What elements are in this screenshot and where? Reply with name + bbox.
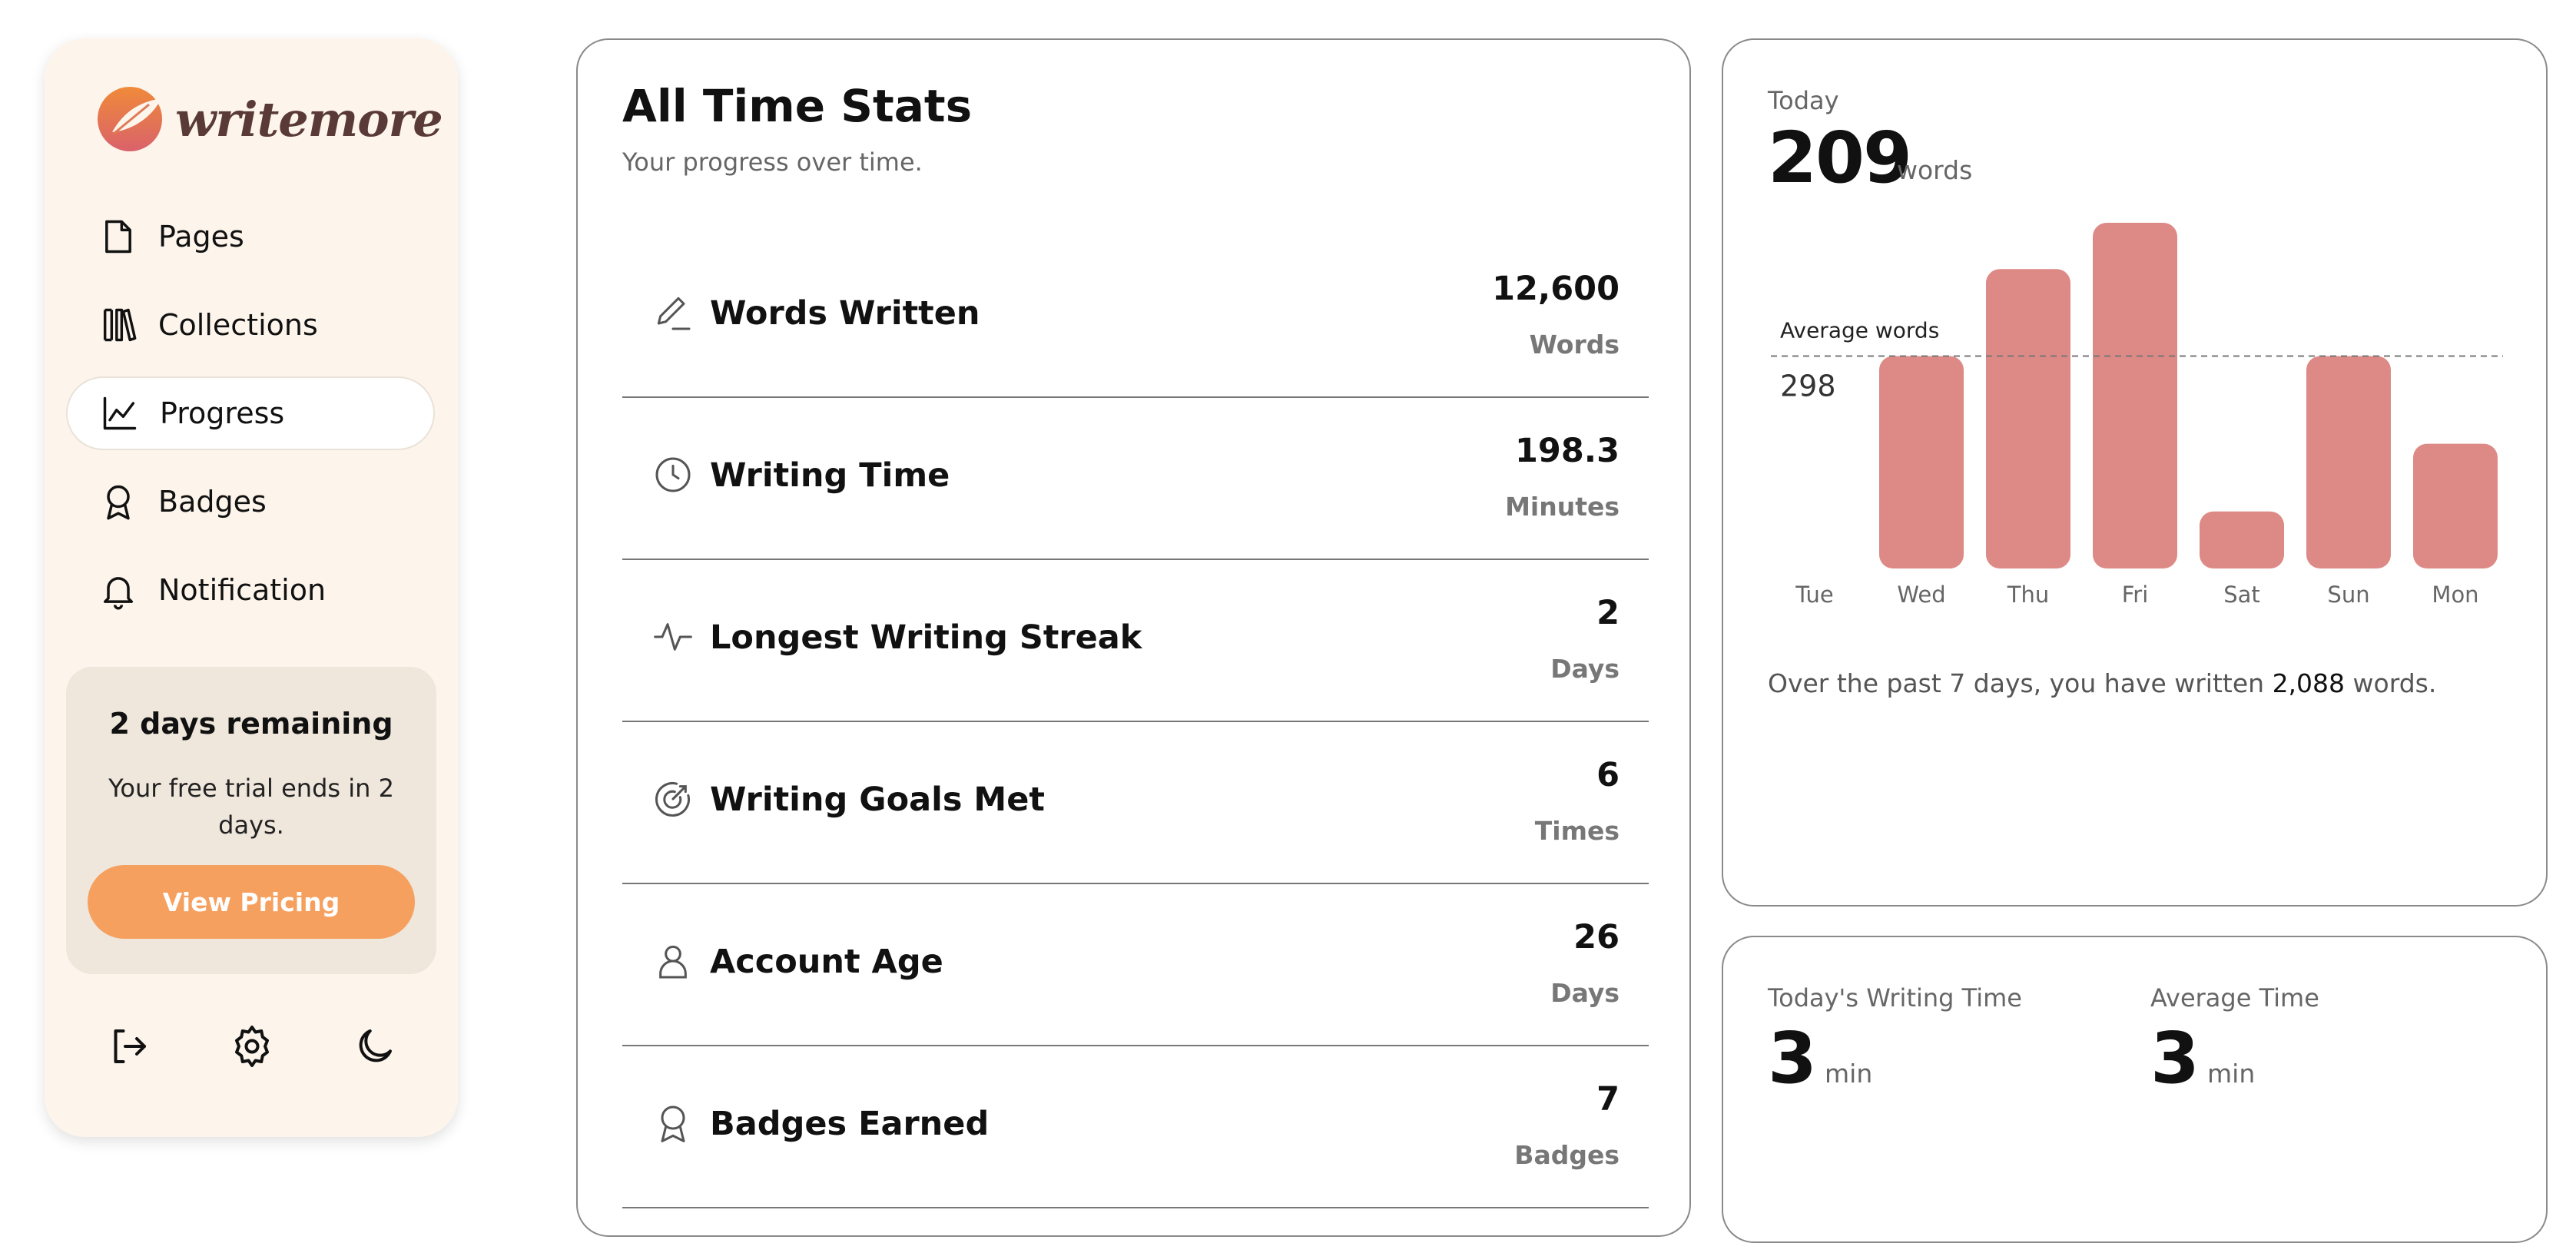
todays-time-unit: min: [1825, 1059, 1873, 1089]
today-words-card: Today 209 words Tue Wed Thu Fri Sat Sun Mon Ave…: [1722, 38, 2548, 907]
settings-gear-icon[interactable]: [229, 1023, 275, 1069]
chart-line-icon: [103, 396, 137, 430]
sidebar-item-label: Notification: [158, 573, 327, 607]
chart-x-label: Tue: [1795, 582, 1834, 608]
trial-card: 2 days remaining Your free trial ends in…: [66, 667, 436, 974]
todays-time-label: Today's Writing Time: [1768, 983, 2022, 1013]
stat-label: Badges Earned: [710, 1105, 990, 1143]
chart-x-label: Sat: [2223, 582, 2260, 608]
stat-value: 6: [1596, 756, 1620, 794]
sidebar-item-pages[interactable]: Pages: [66, 200, 435, 273]
stat-row-words-written: Words Written 12,600 Words: [622, 236, 1649, 398]
stat-row-longest-streak: Longest Writing Streak 2 Days: [622, 560, 1649, 722]
sidebar-item-badges[interactable]: Badges: [66, 465, 435, 539]
stats-subtitle: Your progress over time.: [622, 148, 923, 177]
summary-suffix: words.: [2345, 668, 2437, 698]
page-icon: [105, 220, 131, 254]
summary-prefix: Over the past 7 days, you have written: [1768, 668, 2273, 698]
average-time-label: Average Time: [2150, 983, 2319, 1013]
sidebar-item-collections[interactable]: Collections: [66, 288, 435, 362]
sidebar-item-notification[interactable]: Notification: [66, 553, 435, 627]
stat-value: 7: [1596, 1080, 1620, 1119]
stats-title: All Time Stats: [622, 80, 973, 132]
chart-x-label: Mon: [2432, 582, 2478, 608]
bell-icon: [103, 577, 134, 610]
logo-wordmark: writemore: [175, 91, 443, 148]
chart-bar-wed: [1879, 356, 1964, 568]
chart-bar-sun: [2306, 356, 2391, 568]
stat-label: Writing Goals Met: [710, 781, 1045, 819]
app-logo[interactable]: writemore: [95, 85, 443, 154]
stat-label: Words Written: [710, 294, 980, 333]
badge-icon: [107, 485, 130, 520]
stat-unit: Times: [1534, 816, 1620, 846]
sidebar-item-label: Progress: [160, 396, 285, 430]
weekly-words-bar-chart: Tue Wed Thu Fri Sat Sun Mon Average words 298: [1771, 223, 2503, 608]
sidebar-item-label: Pages: [158, 220, 244, 254]
sidebar-nav: Pages Collections Progress Badges Notifi…: [66, 200, 435, 641]
average-value: 298: [1780, 370, 1836, 403]
pulse-icon: [654, 623, 692, 651]
chart-bar-sat: [2200, 511, 2284, 568]
average-time: Average Time 3 min: [2150, 983, 2319, 1099]
stat-unit: Days: [1550, 654, 1620, 684]
todays-writing-time: Today's Writing Time 3 min: [1768, 983, 2022, 1099]
average-time-value: 3: [2150, 1017, 2200, 1099]
badge-icon: [661, 1105, 685, 1142]
all-time-stats-panel: All Time Stats Your progress over time. …: [576, 38, 1691, 1237]
stat-value: 26: [1573, 918, 1620, 956]
logout-icon[interactable]: [106, 1023, 152, 1069]
stat-label: Longest Writing Streak: [710, 618, 1142, 657]
stat-value: 12,600: [1492, 270, 1620, 308]
stat-row-account-age: Account Age 26 Days: [622, 884, 1649, 1046]
clock-icon: [655, 457, 691, 492]
stat-value: 198.3: [1514, 432, 1620, 470]
chart-x-label: Wed: [1897, 582, 1945, 608]
stat-unit: Days: [1550, 978, 1620, 1008]
todays-time-value: 3: [1768, 1017, 1818, 1099]
sidebar-item-label: Badges: [158, 485, 267, 519]
average-label: Average words: [1780, 318, 1939, 343]
moon-icon[interactable]: [352, 1023, 398, 1069]
stat-unit: Minutes: [1505, 492, 1620, 522]
user-icon: [659, 945, 687, 979]
chart-bar-fri: [2093, 223, 2177, 568]
stat-label: Account Age: [710, 943, 943, 981]
average-time-unit: min: [2207, 1059, 2256, 1089]
chart-x-label: Thu: [2007, 582, 2049, 608]
chart-x-label: Fri: [2122, 582, 2149, 608]
sidebar-item-progress[interactable]: Progress: [66, 376, 435, 450]
logo-icon: [98, 87, 162, 151]
stat-unit: Badges: [1514, 1140, 1620, 1170]
chart-x-label: Sun: [2327, 582, 2369, 608]
trial-text: Your free trial ends in 2 days.: [108, 774, 394, 840]
trial-title: 2 days remaining: [109, 707, 393, 741]
sidebar: writemore Pages Collections Progress Bad…: [45, 38, 458, 1137]
writing-time-card: Today's Writing Time 3 min Average Time 3…: [1722, 936, 2548, 1243]
stat-label: Writing Time: [710, 456, 950, 495]
pen-icon: [657, 297, 691, 330]
sidebar-item-label: Collections: [158, 308, 318, 342]
weekly-summary: Over the past 7 days, you have written 2…: [1768, 668, 2436, 698]
view-pricing-button[interactable]: View Pricing: [88, 865, 415, 939]
chart-bar-mon: [2413, 443, 2498, 568]
stat-row-badges-earned: Badges Earned 7 Badges: [622, 1046, 1649, 1208]
stat-value: 2: [1596, 594, 1620, 632]
stat-row-writing-time: Writing Time 198.3 Minutes: [622, 398, 1649, 560]
books-icon: [103, 308, 137, 342]
stat-row-goals-met: Writing Goals Met 6 Times: [622, 722, 1649, 884]
sidebar-footer: [106, 1023, 398, 1069]
chart-bar-thu: [1986, 269, 2070, 568]
target-icon: [655, 782, 690, 817]
summary-value: 2,088: [2272, 668, 2346, 698]
stat-unit: Words: [1529, 330, 1620, 360]
stats-list: Words Written 12,600 Words Writing Time …: [622, 236, 1649, 1208]
